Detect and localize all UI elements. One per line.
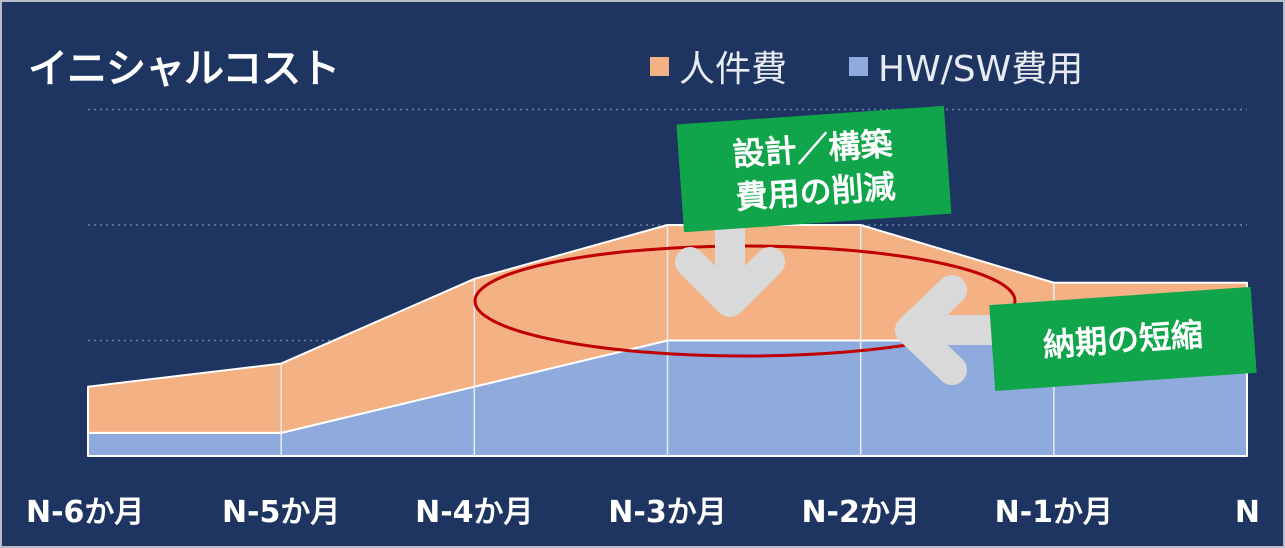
x-axis-labels: N-6か月 N-5か月 N-4か月 N-3か月 N-2か月 N-1か月 N	[26, 495, 1260, 530]
stacked-area-chart: N-6か月 N-5か月 N-4か月 N-3か月 N-2か月 N-1か月 N 設計／構築 費用…	[26, 105, 1260, 530]
x-tick-label: N-2か月	[801, 495, 919, 530]
x-tick-label: N-1か月	[995, 495, 1113, 530]
callout-cost-reduction: 設計／構築 費用の削減	[676, 105, 952, 233]
x-tick-label: N-6か月	[26, 495, 144, 530]
x-tick-label: N-3か月	[608, 495, 726, 530]
x-tick-label: N	[1235, 495, 1260, 530]
x-tick-label: N-5か月	[222, 495, 340, 530]
callout-lead-time: 納期の短縮	[989, 286, 1257, 391]
x-tick-label: N-4か月	[415, 495, 533, 530]
